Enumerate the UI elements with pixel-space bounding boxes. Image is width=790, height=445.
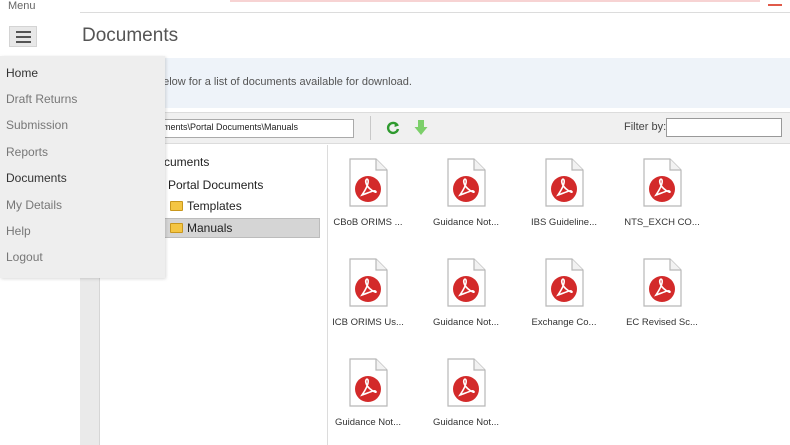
pdf-file-icon [447, 358, 486, 407]
file-tile[interactable]: Guidance Not... [416, 258, 516, 328]
pdf-file-icon [349, 258, 388, 307]
hamburger-menu-button[interactable] [9, 26, 37, 47]
info-text: below for a list of documents available … [157, 76, 412, 88]
file-name: ICB ORIMS Us... [332, 317, 404, 328]
tree-node-manuals-label: Manuals [187, 221, 233, 235]
refresh-icon[interactable] [385, 120, 401, 136]
top-right-icon[interactable] [768, 0, 782, 6]
pdf-file-icon [447, 258, 486, 307]
tree-node-manuals[interactable]: Manuals [170, 221, 232, 235]
file-tile[interactable]: EC Revised Sc... [612, 258, 712, 328]
hamburger-line [15, 40, 31, 43]
tree-node-templates-label: Templates [187, 199, 242, 213]
file-name: EC Revised Sc... [626, 317, 698, 328]
menu-item-reports[interactable]: Reports [6, 145, 48, 159]
download-arrow-icon[interactable] [414, 119, 428, 136]
tree-node-templates[interactable]: Templates [170, 199, 242, 213]
menu-item-submission[interactable]: Submission [6, 118, 68, 132]
file-name: Guidance Not... [432, 217, 499, 228]
toolbar-separator [370, 116, 371, 140]
file-tile[interactable]: IBS Guideline... [514, 158, 614, 228]
file-tile[interactable]: ICB ORIMS Us... [318, 258, 418, 328]
filter-input[interactable] [666, 118, 782, 137]
file-tile[interactable]: NTS_EXCH CO... [612, 158, 712, 228]
page-title: Documents [82, 25, 179, 46]
pdf-file-icon [447, 158, 486, 207]
menu-item-my-details[interactable]: My Details [6, 198, 62, 212]
menu-item-home[interactable]: Home [6, 66, 38, 80]
file-tile[interactable]: Exchange Co... [514, 258, 614, 328]
pdf-file-icon [545, 158, 584, 207]
file-name: CBoB ORIMS ... [333, 217, 403, 228]
nav-menu-panel: Home Draft Returns Submission Reports Do… [0, 56, 165, 278]
menu-item-draft-returns[interactable]: Draft Returns [6, 92, 77, 106]
menu-item-documents[interactable]: Documents [6, 171, 67, 185]
path-input[interactable]: iments\Portal Documents\Manuals [156, 119, 354, 138]
pdf-file-icon [545, 258, 584, 307]
file-tile[interactable]: Guidance Not... [416, 358, 516, 428]
file-name: NTS_EXCH CO... [624, 217, 700, 228]
hamburger-line [15, 30, 31, 33]
pdf-file-icon [349, 158, 388, 207]
menu-item-logout[interactable]: Logout [6, 250, 43, 264]
hamburger-line [15, 35, 31, 38]
folder-icon [170, 201, 183, 211]
file-name: Guidance Not... [334, 417, 401, 428]
tree-node-portal-documents[interactable]: Portal Documents [168, 178, 263, 192]
tree-node-documents[interactable]: cuments [164, 155, 209, 169]
menu-item-help[interactable]: Help [6, 224, 31, 238]
pdf-file-icon [349, 358, 388, 407]
filter-label: Filter by: [624, 121, 667, 133]
file-name: Exchange Co... [531, 317, 597, 328]
pdf-file-icon [643, 258, 682, 307]
file-name: IBS Guideline... [530, 217, 597, 228]
file-tile[interactable]: Guidance Not... [318, 358, 418, 428]
top-highlight-strip [230, 0, 760, 2]
file-tile[interactable]: CBoB ORIMS ... [318, 158, 418, 228]
file-tile[interactable]: Guidance Not... [416, 158, 516, 228]
folder-icon [170, 223, 183, 233]
header-divider [80, 12, 790, 13]
pdf-file-icon [643, 158, 682, 207]
file-name: Guidance Not... [432, 417, 499, 428]
file-name: Guidance Not... [432, 317, 499, 328]
menu-label: Menu [8, 0, 36, 12]
